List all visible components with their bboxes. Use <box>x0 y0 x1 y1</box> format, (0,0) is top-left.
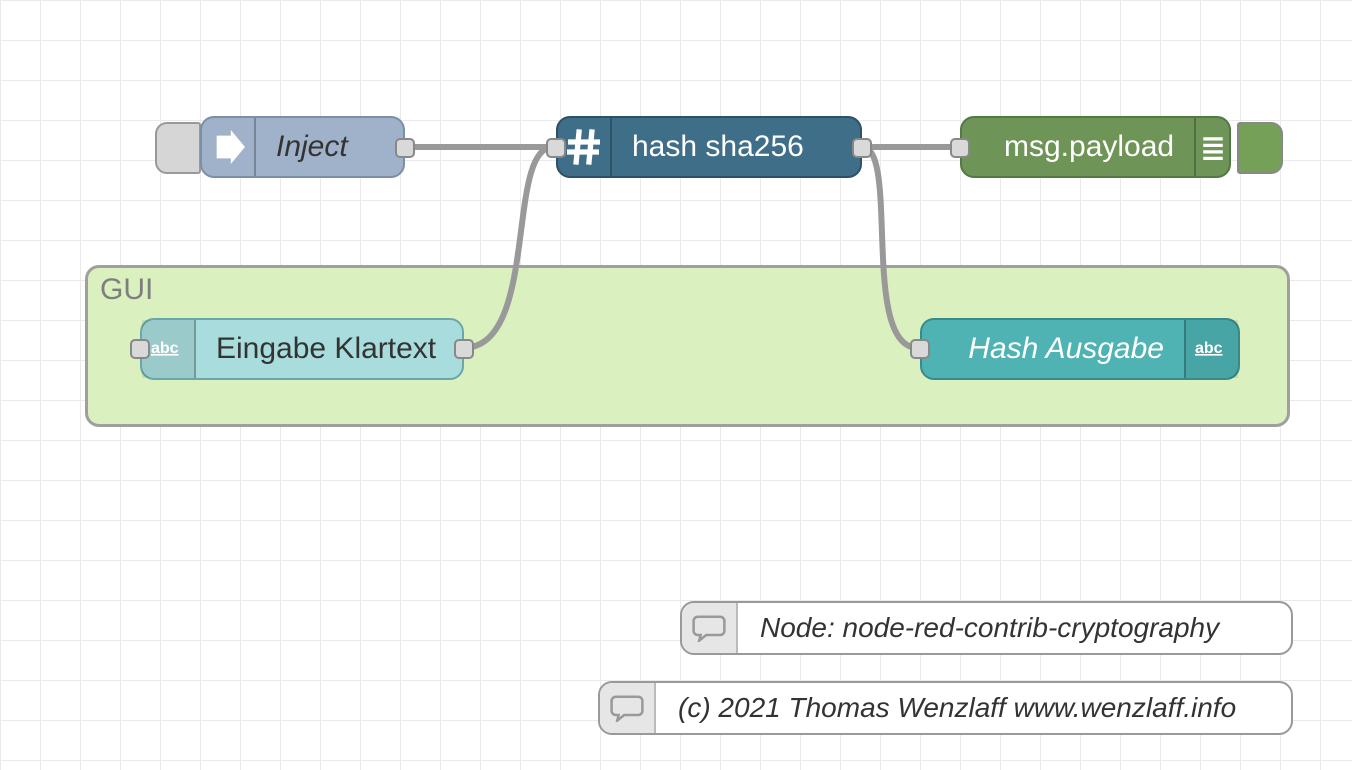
hash-icon <box>558 118 612 176</box>
speech-bubble-icon <box>682 603 738 653</box>
arrow-right-icon <box>202 118 256 176</box>
text-input-node-label: Eingabe Klartext <box>196 332 462 366</box>
abc-icon: abc <box>142 320 196 378</box>
inject-node[interactable]: Inject <box>200 116 405 178</box>
group-label: GUI <box>100 273 153 307</box>
debug-input-port[interactable] <box>950 138 970 158</box>
debug-toggle-button[interactable] <box>1237 122 1283 174</box>
comment-text: Node: node-red-contrib-cryptography <box>738 612 1241 644</box>
comment-node[interactable]: Node: node-red-contrib-cryptography <box>680 601 1293 655</box>
text-input-input-port[interactable] <box>130 339 150 359</box>
hash-node[interactable]: hash sha256 <box>556 116 862 178</box>
svg-text:abc: abc <box>1195 340 1223 357</box>
inject-node-label: Inject <box>256 130 403 164</box>
list-icon <box>1194 118 1229 176</box>
hash-output-port[interactable] <box>852 138 872 158</box>
debug-node-label: msg.payload <box>962 130 1194 164</box>
inject-output-port[interactable] <box>395 138 415 158</box>
text-output-node-label: Hash Ausgabe <box>922 332 1184 366</box>
text-input-output-port[interactable] <box>454 339 474 359</box>
inject-trigger-button[interactable] <box>155 122 201 174</box>
hash-input-port[interactable] <box>546 138 566 158</box>
ui-text-input-node[interactable]: abc Eingabe Klartext <box>140 318 464 380</box>
abc-icon: abc <box>1184 320 1238 378</box>
text-output-input-port[interactable] <box>910 339 930 359</box>
svg-text:abc: abc <box>151 340 179 357</box>
ui-text-output-node[interactable]: Hash Ausgabe abc <box>920 318 1240 380</box>
debug-node[interactable]: msg.payload <box>960 116 1231 178</box>
comment-node[interactable]: (c) 2021 Thomas Wenzlaff www.wenzlaff.in… <box>598 681 1293 735</box>
comment-text: (c) 2021 Thomas Wenzlaff www.wenzlaff.in… <box>656 692 1258 724</box>
hash-node-label: hash sha256 <box>612 130 860 164</box>
speech-bubble-icon <box>600 683 656 733</box>
